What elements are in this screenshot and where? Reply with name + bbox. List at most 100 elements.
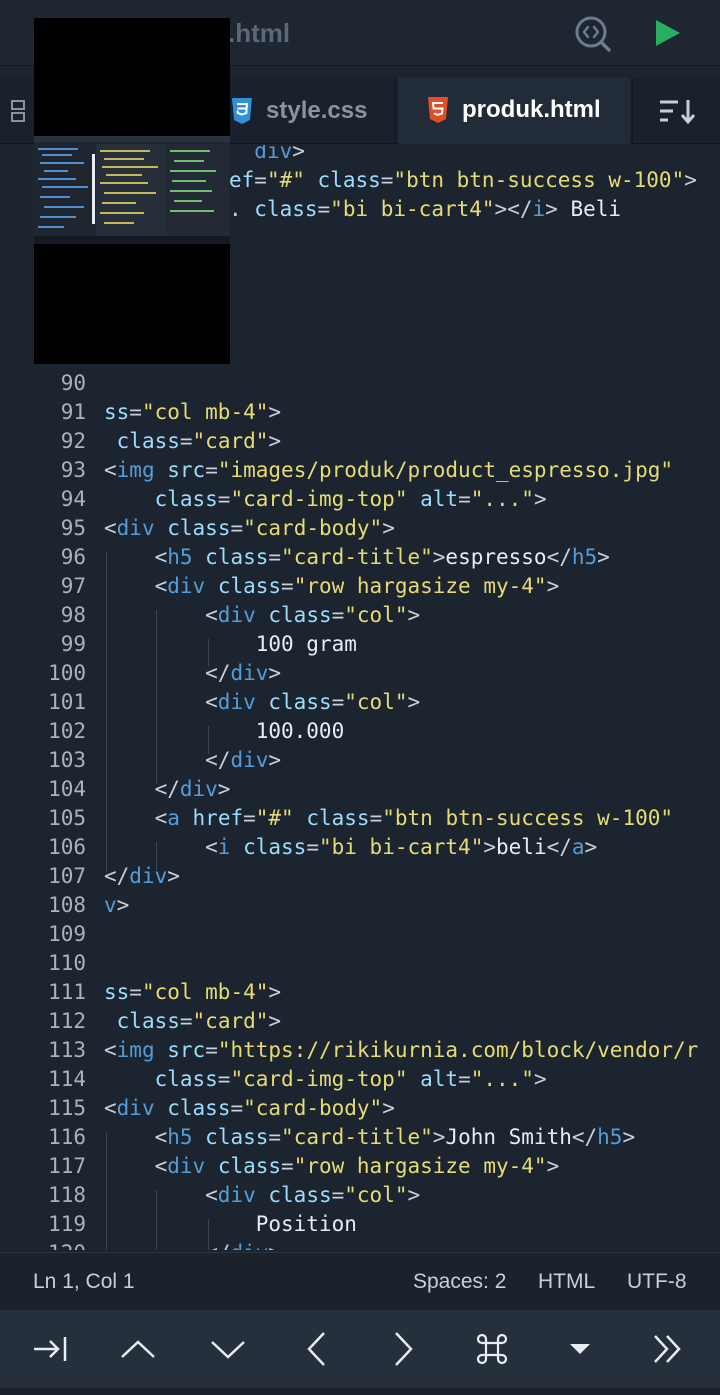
line-source: div> (229, 145, 305, 166)
cursor-position[interactable]: Ln 1, Col 1 (33, 1270, 135, 1294)
code-line[interactable]: 91 ss="col mb-4"> (0, 398, 720, 427)
double-chevron-right-icon (654, 1335, 681, 1363)
arrow-down-button[interactable] (202, 1323, 254, 1375)
code-line[interactable]: 116 <h5 class="card-title">John Smith</h… (0, 1123, 720, 1152)
code-token: class (116, 429, 180, 453)
line-source: ef="#" class="btn btn-success w-100"> (229, 166, 697, 195)
line-source: class="card-img-top" alt="..."> (104, 1065, 547, 1094)
line-source: class="card"> (104, 427, 281, 456)
code-line[interactable]: 107 </div> (0, 862, 720, 891)
line-source: v> (104, 891, 129, 920)
code-line[interactable]: 95 <div class="card-body"> (0, 514, 720, 543)
code-line[interactable]: 112 class="card"> (0, 1007, 720, 1036)
code-token: class (243, 835, 307, 859)
code-token: = (129, 980, 142, 1004)
code-token: "row hargasize my-4" (293, 1154, 547, 1178)
code-line[interactable]: 102 100.000 (0, 717, 720, 746)
code-token: < (104, 574, 168, 598)
code-token: ss (104, 980, 130, 1004)
code-token: img (116, 458, 155, 482)
code-token: > (116, 893, 130, 917)
arrow-left-button[interactable] (290, 1323, 342, 1375)
code-line[interactable]: 104 </div> (0, 775, 720, 804)
tab-style-css[interactable]: style.css (220, 78, 396, 144)
code-line[interactable]: 99 100 gram (0, 630, 720, 659)
code-line[interactable]: 100 </div> (0, 659, 720, 688)
minimap-overlay[interactable] (34, 18, 230, 364)
code-token: < (104, 516, 117, 540)
code-line[interactable]: 120 </div> (0, 1239, 720, 1250)
code-line[interactable]: 103 </div> (0, 746, 720, 775)
tab-sort-button[interactable] (632, 78, 720, 144)
code-line[interactable]: 101 <div class="col"> (0, 688, 720, 717)
line-number: 95 (60, 516, 86, 540)
command-key-button[interactable] (466, 1323, 518, 1375)
code-line[interactable]: 93 <img src="images/produk/product_espres… (0, 456, 720, 485)
code-line[interactable]: 117 <div class="row hargasize my-4"> (0, 1152, 720, 1181)
more-button[interactable] (642, 1323, 694, 1375)
code-token: class (154, 487, 218, 511)
code-token: src (167, 1038, 206, 1062)
code-token: href (192, 806, 244, 830)
code-line[interactable]: 96 <h5 class="card-title">espresso</h5> (0, 543, 720, 572)
code-line[interactable]: 109 (0, 920, 720, 949)
line-number: 97 (60, 574, 86, 598)
code-line[interactable]: 110 (0, 949, 720, 978)
line-number: 90 (60, 371, 86, 395)
code-line[interactable]: 92 class="card"> (0, 427, 720, 456)
code-token: = (129, 400, 142, 424)
code-token: = (217, 1067, 231, 1091)
line-number: 98 (60, 603, 86, 627)
arrow-up-button[interactable] (112, 1323, 164, 1375)
line-number: 91 (60, 400, 86, 424)
code-token: "card" (192, 1009, 269, 1033)
dropdown-button[interactable] (554, 1323, 606, 1375)
code-token: </ (104, 864, 130, 888)
file-encoding[interactable]: UTF-8 (627, 1270, 687, 1294)
code-line[interactable]: 111 ss="col mb-4"> (0, 978, 720, 1007)
tab-key-button[interactable] (24, 1323, 76, 1375)
code-line[interactable]: 113 <img src="https://rikikurnia.com/bloc… (0, 1036, 720, 1065)
code-token: John Smith (445, 1125, 572, 1149)
minimap-thumbnail (34, 136, 230, 244)
code-token: > (622, 1125, 636, 1149)
code-line[interactable]: 94 class="card-img-top" alt="..."> (0, 485, 720, 514)
arrow-right-button[interactable] (378, 1323, 430, 1375)
code-token: class (205, 1125, 269, 1149)
line-number: 109 (48, 922, 86, 946)
code-token: < (104, 1125, 168, 1149)
preview-button[interactable] (571, 12, 613, 54)
language-mode[interactable]: HTML (538, 1270, 595, 1294)
tab-split-view[interactable] (0, 78, 36, 144)
line-number: 113 (48, 1038, 86, 1062)
code-line[interactable]: 98 <div class="col"> (0, 601, 720, 630)
code-token: div (217, 603, 256, 627)
code-line[interactable]: 119 Position (0, 1210, 720, 1239)
code-line[interactable]: 97 <div class="row hargasize my-4"> (0, 572, 720, 601)
code-line[interactable]: 118 <div class="col"> (0, 1181, 720, 1210)
line-source: <h5 class="card-title">espresso</h5> (104, 543, 610, 572)
line-source: ss="col mb-4"> (104, 978, 281, 1007)
code-token: = (281, 574, 294, 598)
code-token: "card-img-top" (230, 1067, 408, 1091)
code-token: "card-body" (243, 516, 383, 540)
code-line[interactable]: 114 class="card-img-top" alt="..."> (0, 1065, 720, 1094)
code-token: class (154, 1067, 218, 1091)
code-line[interactable]: 90 (0, 369, 720, 398)
code-line[interactable]: 108 v> (0, 891, 720, 920)
code-line[interactable]: 106 <i class="bi bi-cart4">beli</a> (0, 833, 720, 862)
code-line[interactable]: 115 <div class="card-body"> (0, 1094, 720, 1123)
code-token: = (331, 603, 345, 627)
code-token: "row hargasize my-4" (293, 574, 547, 598)
code-line[interactable]: 105 <a href="#" class="btn btn-success w… (0, 804, 720, 833)
code-token: "images/produk/product_espresso.jpg" (217, 458, 673, 482)
tab-produk-html[interactable]: produk.html (398, 78, 630, 144)
code-token: src (167, 458, 206, 482)
run-button[interactable] (646, 12, 688, 54)
indent-setting[interactable]: Spaces: 2 (413, 1270, 506, 1294)
